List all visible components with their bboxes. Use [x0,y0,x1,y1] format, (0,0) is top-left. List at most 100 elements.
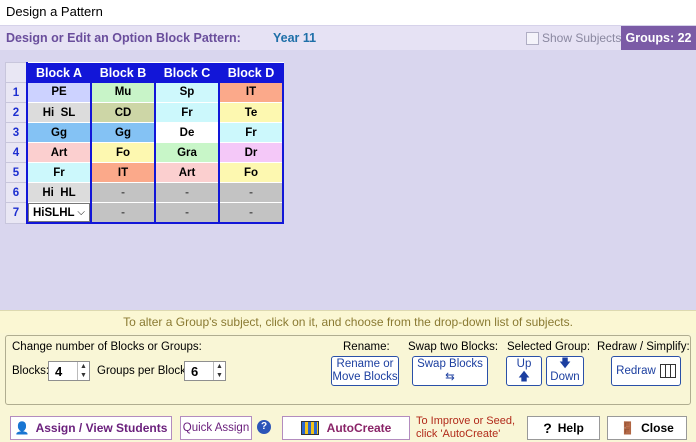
row-number: 1 [5,82,28,103]
close-label: Close [641,421,674,435]
block-header[interactable]: Block C [154,62,219,83]
row-number: 6 [5,182,28,203]
group-cell[interactable]: Gg [26,122,91,143]
group-cell[interactable]: - [154,202,219,224]
group-cell[interactable]: HiSLHL ⌵ [26,202,91,224]
row-number: 7 [5,202,28,224]
group-subject: - [121,206,125,219]
swap-label-text: Swap Blocks [417,358,483,370]
redraw-label-text: Redraw [616,364,656,377]
group-cell[interactable]: PE [26,82,91,103]
up-button[interactable]: Up 🡅 [506,356,542,386]
stepper-arrows[interactable]: ▲ ▼ [213,362,225,380]
grid-row: 2 Hi SL CD Fr Te [5,102,284,123]
group-subject: De [179,126,195,139]
row-number: 5 [5,162,28,183]
autocreate-button[interactable]: AutoCreate [282,416,410,440]
group-subject: Dr [244,146,258,159]
down-arrow-icon: 🡇 [559,358,571,370]
swap-label: Swap two Blocks: [408,341,499,353]
group-cell[interactable]: - [218,182,284,203]
group-cell[interactable]: Fr [154,102,219,123]
group-cell[interactable]: IT [218,82,284,103]
chevron-down-icon[interactable]: ⌵ [77,207,85,218]
block-header[interactable]: Block D [218,62,284,83]
grid-row: 7 HiSLHL ⌵ - - - [5,202,284,224]
group-cell[interactable]: Dr [218,142,284,163]
groups-per-block-stepper[interactable]: 6 ▲ ▼ [184,361,226,381]
group-cell[interactable]: Mu [90,82,155,103]
pattern-area: Block A Block B Block C Block D 1 PE Mu Sp I… [0,50,696,310]
grid-row: 1 PE Mu Sp IT [5,82,284,103]
block-header[interactable]: Block A [26,62,91,83]
group-subject: - [185,186,189,199]
group-subject: - [249,206,253,219]
group-subject: Mu [114,86,132,99]
up-arrow-icon: 🡅 [518,371,530,383]
redraw-button[interactable]: Redraw [611,356,681,386]
assign-label: Assign / View Students [35,421,168,435]
group-cell[interactable]: Art [154,162,219,183]
groups-per-block-value[interactable]: 6 [185,364,213,379]
group-subject: Gg [115,126,131,139]
group-subject: - [121,186,125,199]
group-subject: Te [244,106,258,119]
show-subjects-checkbox[interactable]: Show Subjects [526,30,621,46]
group-cell[interactable]: De [154,122,219,143]
change-label: Change number of Blocks or Groups: [12,341,202,353]
group-cell[interactable]: - [154,182,219,203]
block-header[interactable]: Block B [90,62,155,83]
stepper-arrows[interactable]: ▲ ▼ [77,362,89,380]
group-cell[interactable]: Gg [90,122,155,143]
group-cell[interactable]: IT [90,162,155,183]
group-cell[interactable]: Sp [154,82,219,103]
group-cell[interactable]: - [90,182,155,203]
group-subject: Hi HL [42,186,76,199]
group-cell[interactable]: Fr [26,162,91,183]
assign-view-students-button[interactable]: 👤 Assign / View Students [10,416,172,440]
down-button[interactable]: 🡇 Down [546,356,584,386]
help-label: Help [557,421,584,435]
checkbox-box[interactable] [526,31,539,45]
group-cell[interactable]: Fr [218,122,284,143]
quick-assign-button[interactable]: Quick Assign [180,416,252,440]
group-cell[interactable]: Art [26,142,91,163]
table-icon [659,364,676,378]
rename-label: Rename: [343,341,390,353]
group-cell[interactable]: Fo [218,162,284,183]
subject-dropdown[interactable]: HiSLHL ⌵ [28,203,90,222]
grid-row: 3 Gg Gg De Fr [5,122,284,143]
group-subject: Art [178,166,196,179]
rename-blocks-button[interactable]: Rename or Move Blocks [331,356,399,386]
blocks-stepper[interactable]: 4 ▲ ▼ [48,361,90,381]
group-subject: Fo [115,146,131,159]
student-icon: 👤 [14,421,30,435]
question-icon: ? [543,420,552,436]
group-cell[interactable]: - [218,202,284,224]
group-cell[interactable]: Hi HL [26,182,91,203]
grid-row: 4 Art Fo Gra Dr [5,142,284,163]
group-cell[interactable]: CD [90,102,155,123]
group-subject: IT [117,166,129,179]
help-icon[interactable]: ? [257,420,271,434]
help-button[interactable]: ? Help [527,416,600,440]
year-label: Year 11 [273,31,317,45]
blocks-value[interactable]: 4 [49,364,77,379]
rename-line2: Move Blocks [332,371,398,383]
group-cell[interactable]: - [90,202,155,224]
subject-dropdown-value: HiSLHL [33,206,75,219]
close-button[interactable]: 🚪 Close [607,416,687,440]
window-title: Design a Pattern [6,4,103,19]
groups-count-badge: Groups: 22 [621,26,696,50]
group-subject: IT [245,86,257,99]
note-line1: To Improve or Seed, [416,415,516,427]
group-subject: Hi SL [42,106,76,119]
header-bar: Design or Edit an Option Block Pattern: … [0,25,696,50]
group-cell[interactable]: Te [218,102,284,123]
group-cell[interactable]: Hi SL [26,102,91,123]
group-cell[interactable]: Fo [90,142,155,163]
group-cell[interactable]: Gra [154,142,219,163]
swap-blocks-button[interactable]: Swap Blocks ⇆ [412,356,488,386]
show-subjects-label: Show Subjects [542,31,622,45]
redraw-label: Redraw / Simplify: [597,341,690,353]
